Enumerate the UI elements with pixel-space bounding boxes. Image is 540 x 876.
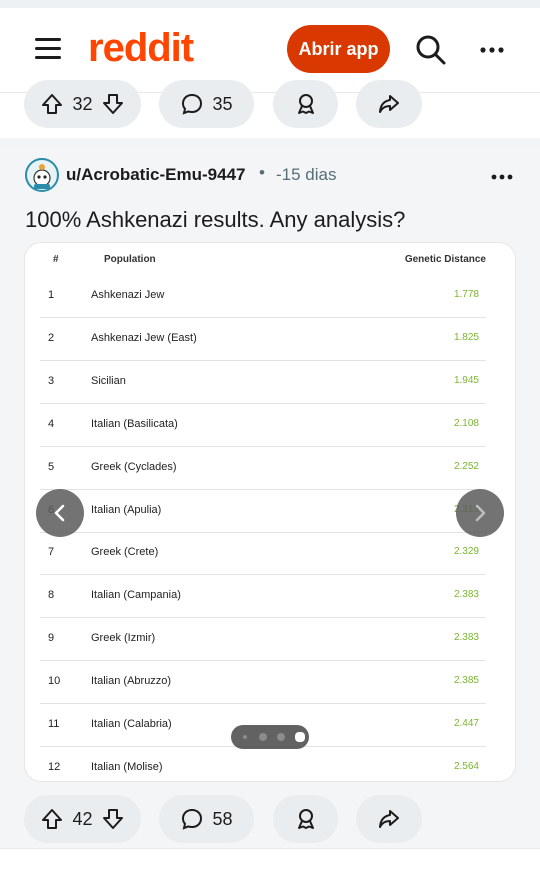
table-row: 2 Ashkenazi Jew (East) 1.825	[40, 317, 486, 361]
distance-cell: 2.447	[453, 718, 479, 729]
upvote-icon[interactable]	[40, 807, 64, 831]
next-post-edge	[0, 848, 540, 876]
prev-share-button[interactable]	[356, 80, 422, 128]
table-row: 10 Italian (Abruzzo) 2.385	[40, 660, 486, 705]
upvote-icon[interactable]	[40, 92, 64, 116]
rank-cell: 11	[48, 718, 60, 730]
population-cell: Italian (Abruzzo)	[91, 675, 172, 688]
comment-icon	[182, 93, 203, 115]
search-icon[interactable]	[414, 33, 448, 67]
table-row: 1 Ashkenazi Jew 1.778	[40, 274, 486, 318]
reddit-logo[interactable]: reddit	[88, 26, 194, 71]
population-cell: Ashkenazi Jew (East)	[91, 331, 197, 344]
prev-vote-pill: 32	[24, 80, 141, 128]
user-avatar[interactable]	[25, 158, 59, 192]
rank-cell: 5	[48, 460, 55, 473]
rank-cell: 8	[48, 589, 55, 602]
post-title[interactable]: 100% Ashkenazi results. Any analysis?	[25, 207, 405, 233]
upvote-count: 42	[72, 808, 93, 829]
prev-award-button[interactable]	[273, 80, 338, 128]
image-gallery[interactable]: # Population Genetic Distance 1 Ashkenazi…	[25, 243, 515, 781]
table-row: 12 Italian (Molise) 2.564	[40, 746, 486, 781]
table-row: 4 Italian (Basilicata) 2.108	[40, 403, 486, 447]
population-cell: Sicilian	[91, 374, 126, 387]
distance-cell: 2.385	[453, 675, 479, 687]
population-cell: Italian (Campania)	[91, 589, 181, 602]
table-row: 9 Greek (Izmir) 2.383	[40, 617, 486, 662]
table-row: 3 Sicilian 1.945	[40, 360, 486, 404]
table-row: 7 Greek (Crete) 2.329	[40, 531, 486, 576]
table-row: 8 Italian (Campania) 2.383	[40, 574, 486, 619]
distance-cell: 1.945	[453, 374, 479, 386]
gallery-prev-button[interactable]	[36, 489, 84, 537]
population-cell: Greek (Crete)	[91, 546, 159, 559]
rank-cell: 12	[48, 760, 61, 773]
award-icon	[297, 809, 314, 829]
meta-separator: •	[259, 163, 265, 182]
page-dot	[259, 733, 267, 741]
population-cell: Greek (Cyclades)	[91, 460, 177, 473]
post-more-options-icon[interactable]	[490, 170, 516, 184]
rank-cell: 3	[48, 374, 55, 387]
prev-comments-button[interactable]: 35	[159, 80, 254, 128]
column-header-rank: #	[53, 254, 59, 265]
post-time: -15 dias	[276, 165, 337, 184]
rank-cell: 10	[48, 675, 61, 688]
page-dot	[295, 732, 305, 742]
downvote-icon[interactable]	[101, 807, 125, 831]
distance-cell: 2.564	[453, 760, 479, 772]
population-cell: Ashkenazi Jew	[91, 289, 165, 301]
share-icon	[379, 95, 399, 113]
gallery-next-button[interactable]	[456, 489, 504, 537]
rank-cell: 1	[48, 289, 55, 301]
vote-pill: 42	[24, 795, 141, 843]
chevron-left-icon	[54, 504, 65, 522]
comments-button[interactable]: 58	[159, 795, 254, 843]
rank-cell: 7	[48, 546, 55, 559]
page-dot	[277, 733, 285, 741]
chevron-right-icon	[475, 504, 486, 522]
comment-count: 58	[212, 808, 233, 829]
distance-cell: 2.108	[453, 417, 479, 429]
rank-cell: 9	[48, 632, 55, 645]
prev-comment-count: 35	[212, 93, 233, 114]
distance-cell: 2.383	[453, 632, 479, 644]
rank-cell: 2	[48, 331, 55, 344]
comment-icon	[182, 808, 203, 830]
population-cell: Italian (Basilicata)	[91, 417, 178, 430]
award-icon	[297, 94, 314, 114]
rank-cell: 4	[48, 417, 55, 430]
population-cell: Greek (Izmir)	[91, 632, 156, 645]
population-cell: Italian (Molise)	[91, 760, 163, 773]
distance-cell: 2.329	[453, 546, 479, 558]
prev-upvote-count: 32	[72, 93, 93, 114]
distance-cell: 1.825	[453, 331, 479, 343]
distance-cell: 1.778	[453, 289, 479, 300]
gallery-page-indicator	[231, 725, 309, 749]
table-row: 6Italian (Apulia)2.313	[40, 489, 486, 533]
top-gap	[0, 0, 540, 8]
column-header-distance: Genetic Distance	[404, 254, 486, 265]
share-button[interactable]	[356, 795, 422, 843]
population-cell: Italian (Apulia)	[91, 503, 162, 516]
open-app-button[interactable]: Abrir app	[287, 25, 390, 73]
population-cell: Italian (Calabria)	[91, 718, 172, 730]
downvote-icon[interactable]	[101, 92, 125, 116]
more-options-icon[interactable]	[478, 40, 508, 60]
feed-divider	[0, 138, 540, 148]
page-dot	[243, 735, 247, 739]
distance-cell: 2.383	[453, 589, 479, 601]
share-icon	[379, 810, 399, 828]
table-row: 5 Greek (Cyclades) 2.252	[40, 446, 486, 490]
column-header-population: Population	[104, 254, 156, 265]
menu-icon[interactable]	[35, 38, 61, 60]
post-author[interactable]: u/Acrobatic-Emu-9447	[66, 165, 246, 185]
award-button[interactable]	[273, 795, 338, 843]
distance-cell: 2.252	[453, 460, 479, 472]
